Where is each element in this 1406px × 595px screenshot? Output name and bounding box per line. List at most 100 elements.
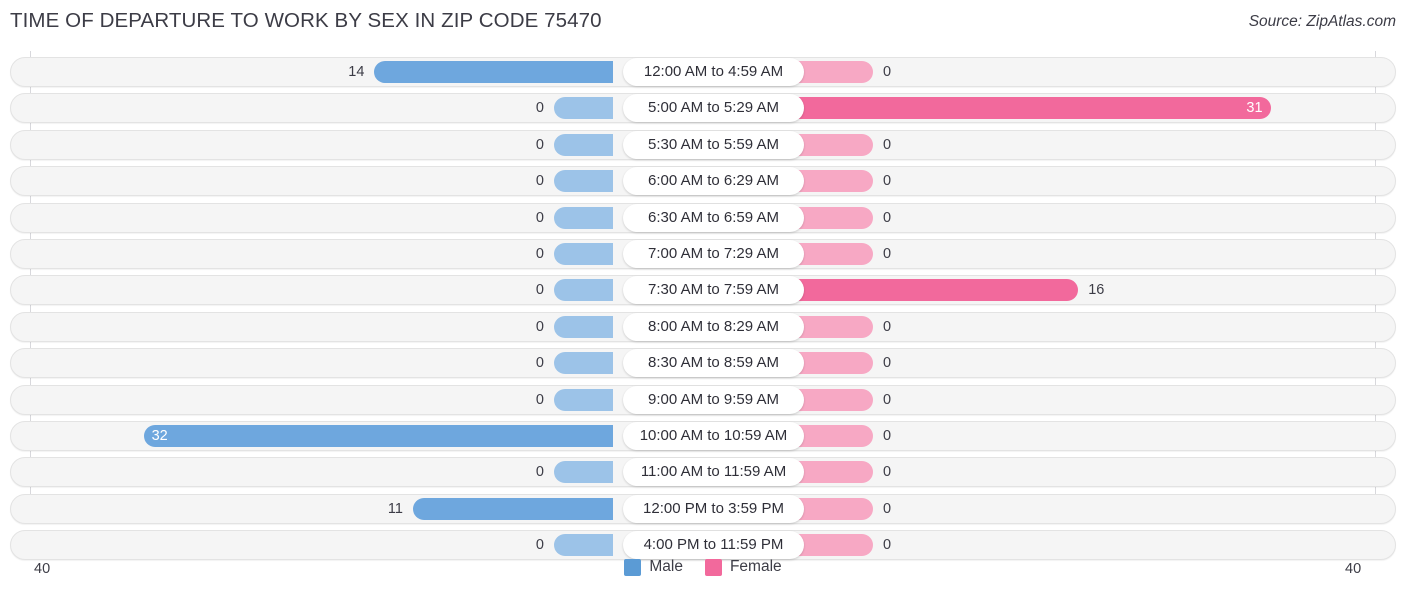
bar-female[interactable] — [794, 352, 873, 375]
bar-male[interactable] — [554, 388, 613, 411]
bar-male[interactable] — [554, 206, 613, 229]
bar-female[interactable] — [794, 243, 873, 265]
bar-male[interactable] — [554, 243, 613, 265]
bar-male[interactable] — [554, 133, 613, 156]
legend-item-male[interactable]: Male — [624, 558, 683, 576]
bar-value-male: 0 — [535, 537, 544, 554]
bar-value-female: 0 — [883, 537, 892, 554]
bar-value-female: 0 — [883, 500, 892, 517]
bar-male[interactable] — [554, 352, 613, 375]
category-label: 8:30 AM to 8:59 AM — [623, 349, 804, 378]
bar-female[interactable] — [794, 133, 873, 156]
chart-row: 0 0 5:30 AM to 5:59 AM — [10, 129, 1397, 160]
chart-legend: Male Female — [0, 558, 1406, 576]
bar-value-male: 0 — [535, 464, 544, 481]
bar-value-female: 0 — [883, 318, 892, 335]
bar-value-male: 0 — [535, 246, 544, 262]
bar-female[interactable] — [794, 534, 873, 557]
bar-female[interactable] — [794, 461, 873, 484]
bar-track: 0 0 9:00 AM to 9:59 AM — [11, 385, 1397, 414]
bar-value-male: 0 — [535, 318, 544, 335]
category-label: 6:30 AM to 6:59 AM — [623, 203, 804, 232]
bar-value-male: 0 — [535, 391, 544, 408]
category-label: 11:00 AM to 11:59 AM — [623, 458, 804, 487]
bar-female[interactable] — [794, 279, 1079, 302]
chart-row: 0 0 11:00 AM to 11:59 AM — [10, 457, 1397, 488]
category-label: 12:00 PM to 3:59 PM — [623, 494, 804, 523]
chart-row: 0 0 4:00 PM to 11:59 PM — [10, 530, 1396, 561]
source-attribution: Source: ZipAtlas.com — [1248, 13, 1396, 30]
bar-track: 0 0 6:00 AM to 6:29 AM — [11, 167, 1397, 196]
bar-male[interactable] — [554, 97, 613, 120]
bar-track: 0 0 6:30 AM to 6:59 AM — [11, 203, 1397, 232]
category-label: 10:00 AM to 10:59 AM — [623, 422, 804, 450]
bar-female[interactable] — [794, 206, 873, 229]
bar-track: 0 0 11:00 AM to 11:59 AM — [11, 458, 1397, 487]
bar-male[interactable] — [554, 170, 613, 193]
bar-value-male: 0 — [535, 282, 544, 299]
category-label: 12:00 AM to 4:59 AM — [623, 58, 804, 86]
bar-female[interactable] — [794, 497, 873, 520]
chart-row: 0 31 5:00 AM to 5:29 AM — [10, 93, 1397, 124]
chart-row: 32 0 10:00 AM to 10:59 AM — [10, 421, 1396, 451]
bar-track: 0 31 5:00 AM to 5:29 AM — [11, 94, 1397, 123]
bar-value-male: 32 — [151, 428, 168, 444]
chart-row: 14 0 12:00 AM to 4:59 AM — [10, 57, 1396, 87]
bar-value-female: 0 — [883, 391, 892, 408]
bar-female[interactable] — [794, 61, 873, 83]
chart-root: TIME OF DEPARTURE TO WORK BY SEX IN ZIP … — [0, 0, 1406, 595]
category-label: 8:00 AM to 8:29 AM — [623, 312, 804, 341]
bar-male[interactable] — [143, 425, 613, 447]
chart-row: 0 0 8:30 AM to 8:59 AM — [10, 348, 1397, 379]
legend-swatch-female-icon — [704, 558, 722, 576]
bar-value-female: 31 — [1246, 100, 1263, 117]
bar-value-male: 0 — [535, 355, 544, 372]
bar-value-male: 14 — [348, 64, 365, 80]
bar-male[interactable] — [554, 534, 613, 557]
bar-track: 0 0 8:30 AM to 8:59 AM — [11, 349, 1397, 378]
bar-female[interactable] — [794, 425, 873, 447]
plot-area: 14 0 12:00 AM to 4:59 AM 0 31 5:00 AM to 5:29… — [0, 51, 1406, 561]
bar-male[interactable] — [374, 61, 613, 83]
chart-row: 0 0 6:30 AM to 6:59 AM — [10, 202, 1397, 233]
bar-value-female: 16 — [1088, 282, 1105, 299]
bar-value-male: 0 — [535, 100, 544, 117]
bar-value-female: 0 — [883, 355, 892, 372]
bar-value-female: 0 — [883, 246, 892, 262]
legend-label-female: Female — [729, 558, 782, 575]
chart-row: 11 0 12:00 PM to 3:59 PM — [10, 493, 1396, 524]
page-title: TIME OF DEPARTURE TO WORK BY SEX IN ZIP … — [10, 9, 602, 32]
bar-track: 14 0 12:00 AM to 4:59 AM — [11, 58, 1397, 86]
bar-track: 0 0 7:00 AM to 7:29 AM — [11, 240, 1397, 268]
bar-value-female: 0 — [883, 464, 892, 481]
bar-value-male: 0 — [535, 136, 544, 153]
bar-female[interactable] — [794, 388, 873, 411]
bar-track: 32 0 10:00 AM to 10:59 AM — [11, 422, 1397, 450]
legend-item-female[interactable]: Female — [704, 558, 782, 576]
chart-row: 0 0 6:00 AM to 6:29 AM — [10, 166, 1397, 197]
bar-female[interactable] — [794, 97, 1271, 120]
bar-male[interactable] — [412, 497, 613, 520]
legend-label-male: Male — [649, 558, 683, 575]
chart-row: 0 16 7:30 AM to 7:59 AM — [10, 275, 1397, 306]
bar-track: 0 0 5:30 AM to 5:59 AM — [11, 130, 1397, 159]
bar-male[interactable] — [554, 279, 613, 302]
bar-male[interactable] — [554, 315, 613, 338]
chart-row: 0 0 9:00 AM to 9:59 AM — [10, 384, 1397, 415]
bar-value-female: 0 — [883, 173, 892, 190]
bar-value-female: 0 — [883, 136, 892, 153]
bar-female[interactable] — [794, 315, 873, 338]
chart-row: 0 0 7:00 AM to 7:29 AM — [10, 239, 1396, 269]
category-label: 4:00 PM to 11:59 PM — [623, 531, 804, 560]
bar-value-female: 0 — [883, 428, 892, 444]
bar-female[interactable] — [794, 170, 873, 193]
bar-value-male: 0 — [535, 173, 544, 190]
category-label: 7:00 AM to 7:29 AM — [623, 240, 804, 268]
category-label: 5:00 AM to 5:29 AM — [623, 94, 804, 123]
chart-row: 0 0 8:00 AM to 8:29 AM — [10, 311, 1396, 342]
bar-value-female: 0 — [883, 64, 892, 80]
bar-male[interactable] — [554, 461, 613, 484]
bar-value-male: 11 — [387, 500, 403, 517]
legend-swatch-male-icon — [624, 558, 642, 576]
bar-track: 0 16 7:30 AM to 7:59 AM — [11, 276, 1397, 305]
